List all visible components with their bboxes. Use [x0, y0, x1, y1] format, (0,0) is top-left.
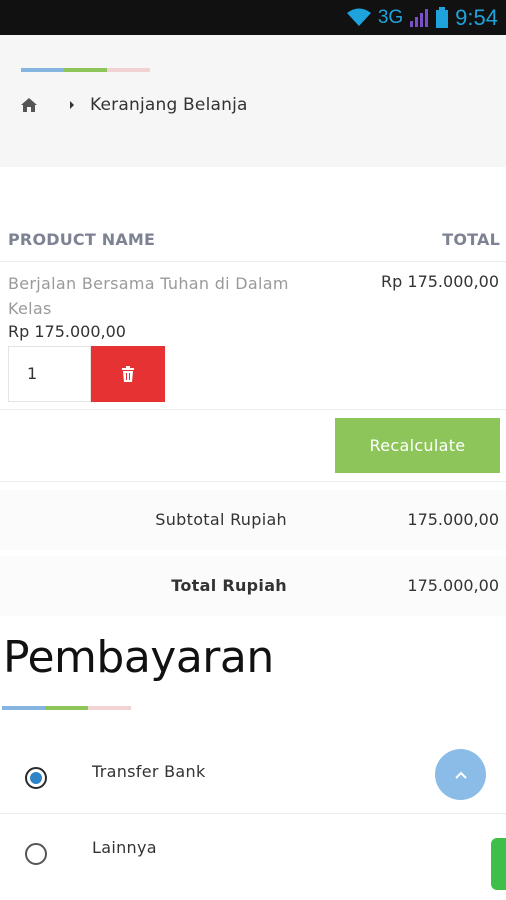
product-price: Rp 175.000,00 [8, 322, 126, 341]
cart-table-header: PRODUCT NAME TOTAL [8, 230, 500, 249]
payment-option-label: Transfer Bank [92, 762, 206, 781]
divider [0, 481, 506, 482]
radio-transfer-bank[interactable] [25, 767, 47, 789]
divider [0, 813, 506, 814]
product-line-total: Rp 175.000,00 [381, 272, 499, 291]
whatsapp-icon[interactable] [491, 838, 506, 890]
total-row: Total Rupiah 175.000,00 [0, 556, 506, 616]
divider [0, 409, 506, 410]
radio-lainnya[interactable] [25, 843, 47, 865]
signal-icon [410, 8, 429, 27]
page-header: Keranjang Belanja [0, 35, 506, 167]
payment-title: Pembayaran [3, 632, 274, 683]
payment-option-lainnya[interactable]: Lainnya [0, 818, 506, 888]
wifi-icon [346, 8, 371, 26]
status-icons: 3G 9:54 [346, 0, 498, 35]
product-name[interactable]: Berjalan Bersama Tuhan di Dalam Kelas [8, 271, 328, 321]
payment-option-transfer-bank[interactable]: Transfer Bank [0, 742, 506, 812]
total-label: Total Rupiah [171, 576, 287, 595]
subtotal-label: Subtotal Rupiah [155, 510, 287, 529]
decorative-color-bar [2, 706, 131, 710]
subtotal-value: 175.000,00 [407, 510, 499, 529]
chevron-right-icon [70, 101, 74, 109]
clock: 9:54 [455, 4, 498, 30]
chevron-up-icon [454, 771, 467, 779]
home-icon[interactable] [20, 97, 38, 113]
status-bar: 3G 9:54 [0, 0, 506, 35]
header-product-name: PRODUCT NAME [8, 230, 156, 249]
divider [0, 261, 506, 262]
payment-option-label: Lainnya [92, 838, 157, 857]
battery-icon [436, 6, 449, 28]
header-total: TOTAL [442, 230, 500, 249]
network-type: 3G [377, 6, 404, 28]
breadcrumb: Keranjang Belanja [20, 95, 248, 115]
trash-icon [122, 366, 134, 382]
quantity-input[interactable]: 1 [8, 346, 91, 402]
subtotal-row: Subtotal Rupiah 175.000,00 [0, 490, 506, 550]
breadcrumb-current: Keranjang Belanja [90, 95, 248, 115]
total-value: 175.000,00 [407, 576, 499, 595]
scroll-to-top-button[interactable] [435, 749, 486, 800]
delete-item-button[interactable] [91, 346, 165, 402]
recalculate-button[interactable]: Recalculate [335, 418, 500, 473]
decorative-color-bar [21, 68, 150, 72]
